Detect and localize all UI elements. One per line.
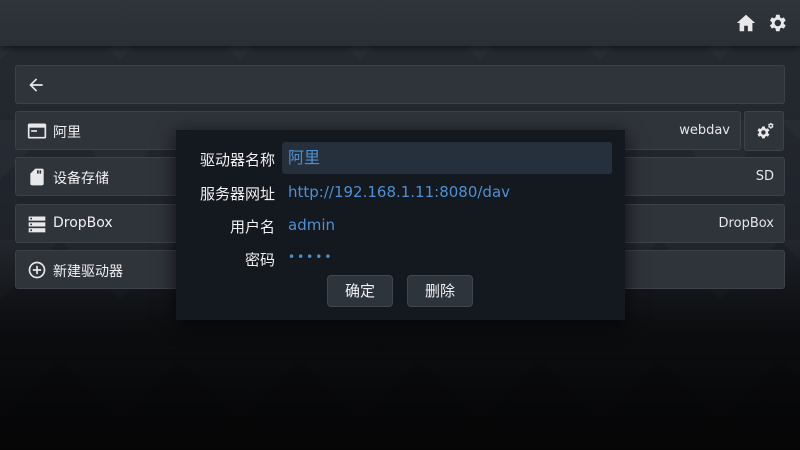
sd-card-icon bbox=[27, 167, 47, 187]
gear-icon[interactable] bbox=[766, 12, 788, 34]
name-label: 驱动器名称 bbox=[199, 151, 275, 169]
arrow-back-icon[interactable] bbox=[26, 75, 46, 95]
drive-name-input[interactable]: 阿里 bbox=[282, 142, 612, 174]
server-icon bbox=[27, 214, 47, 234]
drive-edit-dialog: 驱动器名称 阿里 服务器网址 http://192.168.1.11:8080/… bbox=[176, 130, 625, 320]
drive-label: 阿里 bbox=[53, 125, 81, 141]
drive-label: DropBox bbox=[53, 215, 113, 231]
drive-type: SD bbox=[755, 169, 774, 184]
add-circle-icon bbox=[27, 260, 47, 280]
drive-type: DropBox bbox=[718, 216, 774, 231]
add-drive-label: 新建驱动器 bbox=[53, 264, 123, 280]
drive-label: 设备存储 bbox=[53, 171, 109, 187]
username-label: 用户名 bbox=[229, 218, 275, 236]
delete-button[interactable]: 删除 bbox=[407, 275, 473, 307]
window-icon bbox=[27, 121, 47, 141]
drive-settings-button[interactable] bbox=[744, 111, 784, 151]
gear-settings-icon bbox=[757, 122, 774, 139]
url-label: 服务器网址 bbox=[199, 185, 275, 203]
back-row[interactable] bbox=[15, 65, 785, 104]
password-label: 密码 bbox=[244, 251, 275, 269]
home-icon[interactable] bbox=[735, 12, 757, 34]
drive-type: webdav bbox=[679, 123, 730, 138]
password-field[interactable]: ••••• bbox=[288, 250, 333, 264]
confirm-button[interactable]: 确定 bbox=[327, 275, 393, 307]
top-bar bbox=[0, 0, 800, 46]
username-field[interactable]: admin bbox=[288, 216, 335, 234]
url-field[interactable]: http://192.168.1.11:8080/dav bbox=[288, 183, 510, 201]
